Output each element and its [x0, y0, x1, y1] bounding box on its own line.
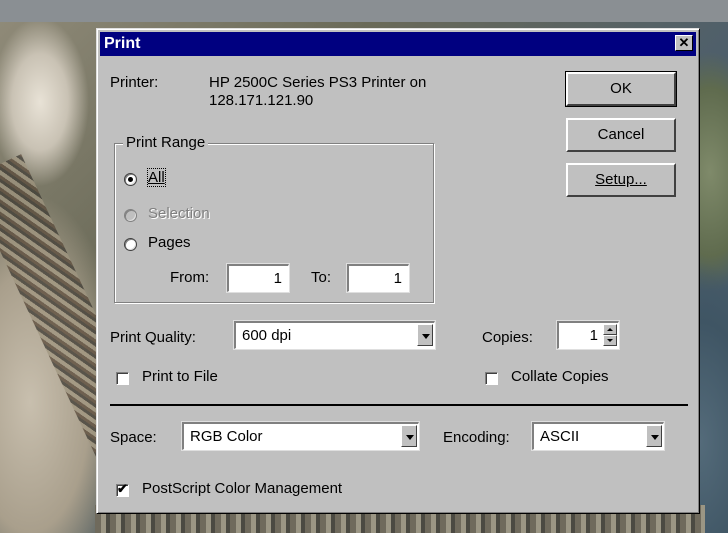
radio-pages-label[interactable]: Pages	[148, 234, 191, 251]
postscript-color-management-checkbox[interactable]: ✔	[116, 481, 129, 497]
all-text: All	[148, 169, 165, 186]
to-value: 1	[393, 270, 402, 287]
print-quality-select[interactable]: 600 dpi	[233, 320, 436, 350]
collate-copies-checkbox[interactable]	[485, 372, 498, 385]
dialog-title: Print	[104, 35, 141, 52]
dropdown-arrow-icon	[651, 435, 659, 440]
setup-label: Setup...	[595, 171, 647, 188]
from-label: From:	[170, 269, 210, 286]
radio-selected-dot	[128, 177, 133, 182]
section-separator	[110, 404, 688, 406]
copies-value: 1	[589, 327, 598, 344]
radio-selection	[124, 209, 137, 222]
space-label: Space:	[110, 429, 157, 446]
radio-all[interactable]	[124, 173, 137, 186]
copies-label: Copies:	[482, 329, 533, 346]
postscript-color-management-label[interactable]: PostScript Color Management	[142, 480, 342, 497]
cancel-button[interactable]: Cancel	[566, 118, 676, 152]
close-icon: ✕	[678, 35, 690, 50]
space-select[interactable]: RGB Color	[181, 421, 420, 451]
print-to-file-label[interactable]: Print to File	[142, 368, 218, 385]
print-range-legend: Print Range	[123, 134, 209, 151]
print-quality-label: Print Quality:	[110, 329, 196, 346]
space-dropdown-button[interactable]	[401, 425, 417, 447]
encoding-dropdown-button[interactable]	[646, 425, 662, 447]
radio-pages[interactable]	[124, 238, 137, 251]
dropdown-arrow-icon	[422, 334, 430, 339]
ok-button[interactable]: OK	[565, 71, 677, 107]
setup-button[interactable]: Setup...	[566, 163, 676, 197]
copies-spinner[interactable]	[603, 324, 617, 346]
space-value: RGB Color	[190, 428, 263, 445]
print-dialog: Print ✕ Printer: HP 2500C Series PS3 Pri…	[96, 28, 700, 514]
printer-label: Printer:	[110, 74, 159, 91]
close-button[interactable]: ✕	[675, 35, 693, 51]
to-label: To:	[311, 269, 332, 286]
to-input[interactable]: 1	[346, 263, 410, 293]
printer-name-line2: 128.171.121.90	[209, 92, 314, 109]
spin-up-icon[interactable]	[603, 324, 617, 335]
copies-input[interactable]: 1	[556, 320, 620, 350]
encoding-select[interactable]: ASCII	[531, 421, 665, 451]
encoding-label: Encoding:	[443, 429, 510, 446]
print-range-group: Print Range All Selection Pages From: 1 …	[114, 134, 434, 303]
from-value: 1	[273, 270, 282, 287]
print-quality-value: 600 dpi	[242, 327, 292, 344]
radio-all-label[interactable]: All	[147, 168, 166, 187]
checkmark-icon: ✔	[117, 481, 128, 496]
printer-name-line1: HP 2500C Series PS3 Printer on	[209, 74, 427, 91]
print-to-file-checkbox[interactable]	[116, 372, 129, 385]
print-quality-dropdown-button[interactable]	[417, 324, 433, 346]
collate-copies-label[interactable]: Collate Copies	[511, 368, 609, 385]
radio-selection-label: Selection	[148, 205, 210, 222]
from-input[interactable]: 1	[226, 263, 290, 293]
encoding-value: ASCII	[540, 428, 580, 445]
title-bar[interactable]: Print ✕	[100, 32, 696, 56]
spin-down-icon[interactable]	[603, 335, 617, 346]
background-top-band	[0, 0, 728, 22]
dropdown-arrow-icon	[406, 435, 414, 440]
